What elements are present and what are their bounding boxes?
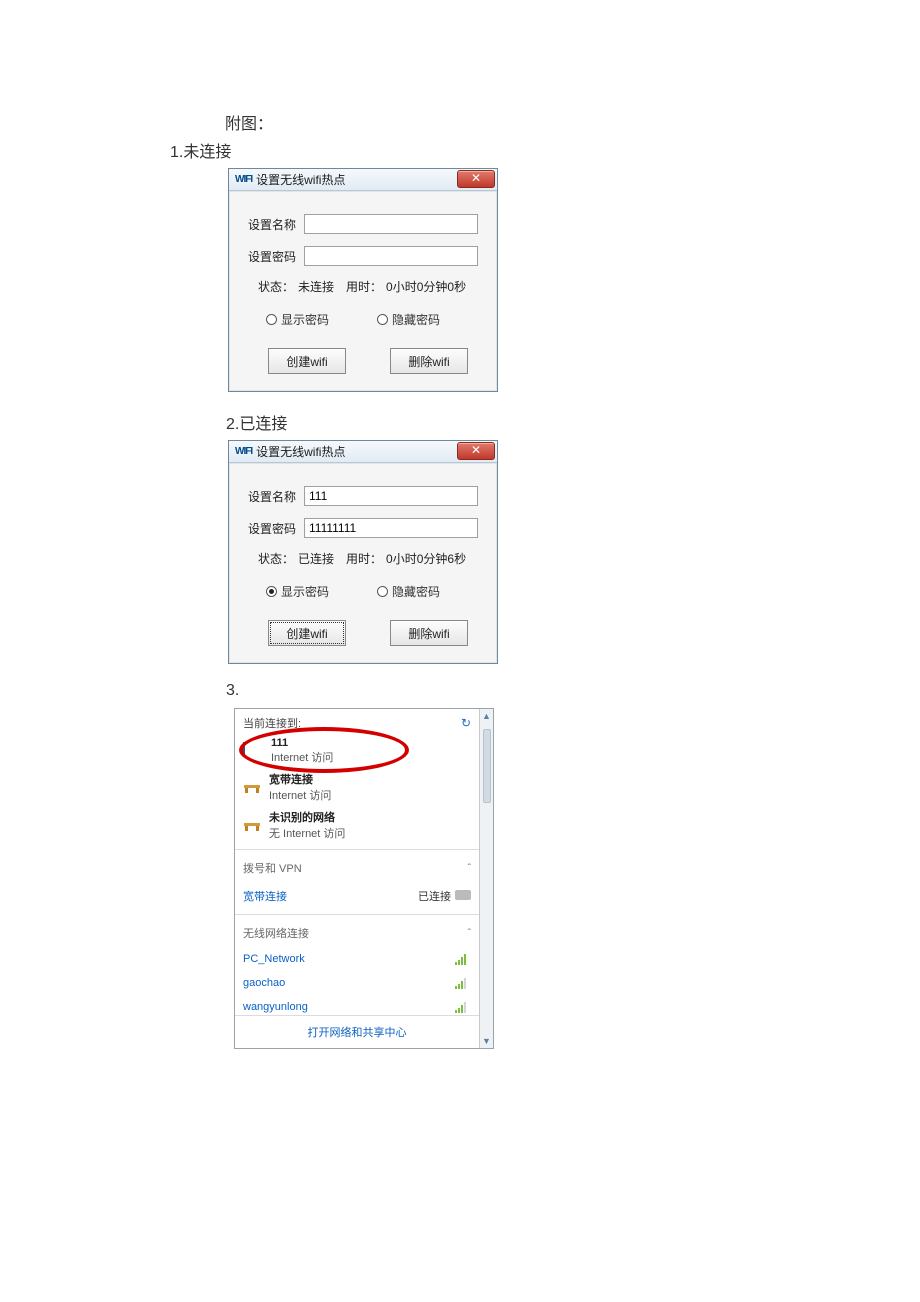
show-password-radio[interactable]: 显示密码 (266, 311, 329, 328)
show-password-label: 显示密码 (281, 583, 329, 600)
monitor-icon (243, 743, 263, 759)
modem-icon (455, 890, 471, 900)
window-title: 设置无线wifi热点 (256, 171, 345, 188)
time-label: 用时： (346, 550, 382, 567)
radio-icon (266, 314, 277, 325)
close-button[interactable]: ✕ (457, 170, 495, 188)
connection-name: 111 (271, 737, 333, 749)
wifi-item-gaochao[interactable]: gaochao (235, 971, 479, 995)
time-value: 0小时0分钟6秒 (386, 550, 466, 567)
wifi-name: PC_Network (243, 953, 305, 965)
category-label: 无线网络连接 (243, 925, 309, 941)
wifi-name: gaochao (243, 977, 285, 989)
signal-medium-icon (455, 1001, 471, 1013)
bench-icon (243, 818, 261, 832)
status-label: 状态： (258, 278, 294, 295)
wifi-dialog-connected: WIFI 设置无线wifi热点 ✕ 设置名称 设置密码 状态： 已连接 用时： … (228, 440, 498, 664)
wifi-dialog-disconnected: WIFI 设置无线wifi热点 ✕ 设置名称 设置密码 状态： 未连接 用时： … (228, 168, 498, 392)
wifi-item-pcnetwork[interactable]: PC_Network (235, 947, 479, 971)
section3-label: 3. (226, 682, 880, 700)
hide-password-label: 隐藏密码 (392, 311, 440, 328)
refresh-icon[interactable]: ↻ (461, 716, 471, 730)
signal-strong-icon (455, 953, 471, 965)
status-value: 已连接 (298, 550, 334, 567)
name-label: 设置名称 (248, 488, 304, 505)
status-label: 状态： (258, 550, 294, 567)
connection-item-111[interactable]: 111 Internet 访问 (235, 735, 479, 769)
hide-password-radio[interactable]: 隐藏密码 (377, 311, 440, 328)
pwd-label: 设置密码 (248, 520, 304, 537)
connection-item-unknown[interactable]: 未识别的网络 无 Internet 访问 (235, 807, 479, 845)
pwd-label: 设置密码 (248, 248, 304, 265)
scroll-up-icon[interactable]: ▲ (482, 709, 491, 723)
create-wifi-button[interactable]: 创建wifi (268, 620, 346, 646)
titlebar[interactable]: WIFI 设置无线wifi热点 ✕ (229, 441, 497, 463)
vpn-item-state: 已连接 (418, 891, 451, 903)
close-button[interactable]: ✕ (457, 442, 495, 460)
bench-icon (243, 780, 261, 794)
network-flyout: ▲ ▼ 当前连接到: ↻ 111 Internet 访问 (234, 708, 494, 1049)
category-dial-vpn[interactable]: 拨号和 VPN ˆ (235, 854, 479, 882)
delete-wifi-button[interactable]: 删除wifi (390, 620, 468, 646)
window-title: 设置无线wifi热点 (256, 443, 345, 460)
radio-icon (377, 586, 388, 597)
signal-medium-icon (455, 977, 471, 989)
password-input[interactable] (304, 518, 478, 538)
create-wifi-button[interactable]: 创建wifi (268, 348, 346, 374)
wifi-name: wangyunlong (243, 1001, 308, 1013)
category-label: 拨号和 VPN (243, 860, 302, 876)
hide-password-radio[interactable]: 隐藏密码 (377, 583, 440, 600)
section2-label: 2.已连接 (226, 410, 880, 434)
show-password-label: 显示密码 (281, 311, 329, 328)
password-input[interactable] (304, 246, 478, 266)
connection-name: 宽带连接 (269, 771, 331, 787)
connection-item-broadband[interactable]: 宽带连接 Internet 访问 (235, 769, 479, 807)
show-password-radio[interactable]: 显示密码 (266, 583, 329, 600)
chevron-up-icon: ˆ (468, 928, 471, 939)
name-input[interactable] (304, 486, 478, 506)
connection-sub: 无 Internet 访问 (269, 825, 345, 841)
wifi-app-icon: WIFI (235, 446, 252, 457)
wifi-item-wangyunlong[interactable]: wangyunlong (235, 995, 479, 1015)
wifi-app-icon: WIFI (235, 174, 252, 185)
scrollbar[interactable]: ▲ ▼ (479, 709, 493, 1048)
connection-name: 未识别的网络 (269, 809, 345, 825)
time-value: 0小时0分钟0秒 (386, 278, 466, 295)
name-input[interactable] (304, 214, 478, 234)
radio-icon (266, 586, 277, 597)
time-label: 用时： (346, 278, 382, 295)
open-network-center-link[interactable]: 打开网络和共享中心 (235, 1015, 479, 1048)
current-connection-label: 当前连接到: (243, 715, 301, 731)
radio-icon (377, 314, 388, 325)
category-wireless[interactable]: 无线网络连接 ˆ (235, 919, 479, 947)
scroll-thumb[interactable] (483, 729, 491, 803)
scroll-down-icon[interactable]: ▼ (482, 1034, 491, 1048)
connection-sub: Internet 访问 (271, 749, 333, 765)
connection-sub: Internet 访问 (269, 787, 331, 803)
status-value: 未连接 (298, 278, 334, 295)
delete-wifi-button[interactable]: 删除wifi (390, 348, 468, 374)
vpn-item-name: 宽带连接 (243, 888, 287, 904)
attachment-label: 附图： (225, 110, 880, 134)
hide-password-label: 隐藏密码 (392, 583, 440, 600)
vpn-item-broadband[interactable]: 宽带连接 已连接 (235, 882, 479, 910)
name-label: 设置名称 (248, 216, 304, 233)
titlebar[interactable]: WIFI 设置无线wifi热点 ✕ (229, 169, 497, 191)
section1-label: 1.未连接 (170, 138, 880, 162)
chevron-up-icon: ˆ (468, 863, 471, 874)
